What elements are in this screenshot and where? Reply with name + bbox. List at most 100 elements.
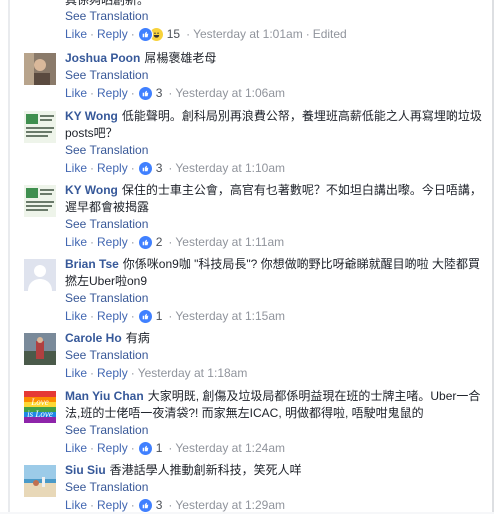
comment-text: 保住的士車主公會，高官有乜著數呢？不如坦白講出嚟。今日唔講，遲早都會被揭露 bbox=[65, 183, 482, 214]
comment-author[interactable]: Siu Siu bbox=[65, 463, 106, 477]
svg-text:is Love: is Love bbox=[27, 409, 53, 419]
comment-body: KY Wong 保住的士車主公會，高官有乜著數呢？不如坦白講出嚟。今日唔講，遲早都… bbox=[65, 182, 485, 251]
separator-dot: · bbox=[90, 85, 95, 100]
like-link[interactable]: Like bbox=[65, 26, 87, 42]
reactions-summary[interactable] bbox=[137, 160, 153, 176]
timestamp-link[interactable]: Yesterday at 1:01am bbox=[193, 26, 303, 42]
reactions-summary[interactable] bbox=[137, 85, 153, 101]
reaction-count[interactable]: 2 bbox=[156, 234, 163, 251]
see-translation-link[interactable]: See Translation bbox=[65, 142, 485, 159]
reply-link[interactable]: Reply bbox=[97, 160, 128, 177]
separator-dot: · bbox=[130, 85, 135, 100]
comment-author[interactable]: Carole Ho bbox=[65, 331, 122, 345]
separator-dot: · bbox=[168, 234, 173, 249]
comment-author[interactable]: Brian Tse bbox=[65, 257, 119, 271]
comment-body: Carole Ho 有病 See Translation Like · Reply… bbox=[65, 330, 485, 382]
comment-actions: Like · Reply · 3 · Yesterday at 1:10am bbox=[65, 159, 485, 177]
reply-link[interactable]: Reply bbox=[97, 497, 128, 514]
reply-link[interactable]: Reply bbox=[97, 234, 128, 251]
comment-actions: Like · Reply · 3 · Yesterday at 1:06am bbox=[65, 84, 485, 102]
separator-dot: · bbox=[130, 234, 135, 249]
comment-author[interactable]: Man Yiu Chan bbox=[65, 389, 144, 403]
separator-dot: · bbox=[90, 160, 95, 175]
reaction-count[interactable]: 1 bbox=[156, 440, 163, 457]
like-icon bbox=[137, 85, 153, 101]
see-translation-link[interactable]: See Translation bbox=[65, 216, 485, 233]
separator-dot: · bbox=[130, 440, 135, 455]
reply-link[interactable]: Reply bbox=[97, 26, 128, 42]
comment-actions: Like · Reply · 1 · Yesterday at 1:24am bbox=[65, 439, 485, 457]
comment-body: Joshua Poon 屌楊褒雄老母 See Translation Like ·… bbox=[65, 50, 485, 102]
like-icon bbox=[137, 160, 153, 176]
like-link[interactable]: Like bbox=[65, 160, 87, 177]
avatar[interactable] bbox=[24, 111, 56, 143]
avatar[interactable] bbox=[24, 185, 56, 217]
see-translation-link[interactable]: See Translation bbox=[65, 290, 485, 307]
comment-actions: Like · Reply · 15 · Yesterday at 1:01am … bbox=[65, 25, 485, 43]
edited-label: Edited bbox=[312, 27, 347, 41]
reply-link[interactable]: Reply bbox=[97, 85, 128, 102]
comment-text: 香港話學人推動創新科技，笑死人咩 bbox=[109, 463, 302, 477]
separator-dot: · bbox=[90, 440, 95, 455]
see-translation-link[interactable]: See Translation bbox=[65, 347, 485, 364]
separator-dot: · bbox=[305, 27, 310, 41]
comment-author[interactable]: KY Wong bbox=[65, 183, 118, 197]
reactions-summary[interactable] bbox=[137, 234, 153, 250]
like-link[interactable]: Like bbox=[65, 308, 87, 325]
separator-dot: · bbox=[130, 160, 135, 175]
avatar[interactable] bbox=[24, 259, 56, 291]
comment-text: 低能聲明。創科局別再浪費公帑，養埋班高薪低能之人再寫埋啲垃圾posts吧？ bbox=[65, 109, 482, 140]
reactions-summary[interactable] bbox=[137, 26, 164, 42]
comment-author[interactable]: KY Wong bbox=[65, 109, 118, 123]
like-link[interactable]: Like bbox=[65, 497, 87, 514]
separator-dot: · bbox=[168, 308, 173, 323]
comment-actions: Like · Reply · 2 · Yesterday at 1:11am bbox=[65, 233, 485, 251]
see-translation-link[interactable]: See Translation bbox=[65, 422, 485, 439]
comment-body: Man Yiu Chan 大家明既, 創傷及垃圾局都係明益現在班的士牌主啫。Ube… bbox=[65, 388, 485, 457]
like-icon bbox=[137, 440, 153, 456]
timestamp-link[interactable]: Yesterday at 1:29am bbox=[175, 497, 285, 514]
comment-body: KY Wong 低能聲明。創科局別再浪費公帑，養埋班高薪低能之人再寫埋啲垃圾pos… bbox=[65, 108, 485, 177]
timestamp-link[interactable]: Yesterday at 1:11am bbox=[175, 234, 284, 251]
separator-dot: · bbox=[90, 308, 95, 323]
reaction-count[interactable]: 3 bbox=[156, 160, 163, 177]
timestamp-link[interactable]: Yesterday at 1:18am bbox=[138, 365, 248, 382]
reactions-summary[interactable] bbox=[137, 308, 153, 324]
timestamp-link[interactable]: Yesterday at 1:06am bbox=[175, 85, 285, 102]
timestamp-link[interactable]: Yesterday at 1:24am bbox=[175, 440, 285, 457]
like-link[interactable]: Like bbox=[65, 234, 87, 251]
like-icon bbox=[137, 497, 153, 513]
reaction-count[interactable]: 3 bbox=[156, 497, 163, 514]
reply-link[interactable]: Reply bbox=[97, 365, 128, 382]
separator-dot: · bbox=[90, 365, 95, 380]
reaction-count[interactable]: 15 bbox=[167, 26, 180, 42]
see-translation-link[interactable]: See Translation bbox=[65, 67, 485, 84]
reactions-summary[interactable] bbox=[137, 440, 153, 456]
see-translation-link[interactable]: See Translation bbox=[65, 8, 485, 25]
reaction-count[interactable]: 3 bbox=[156, 85, 163, 102]
like-link[interactable]: Like bbox=[65, 440, 87, 457]
like-link[interactable]: Like bbox=[65, 85, 87, 102]
reactions-summary[interactable] bbox=[137, 497, 153, 513]
separator-dot: · bbox=[90, 497, 95, 512]
comment-body: Brian Tse 你係咪on9咖 "科技局長"? 你想做啲野比呀爺睇就醒目啲啦 … bbox=[65, 256, 485, 325]
partial-comment: 真係夠晒創新。 See Translation Like · Reply · 1… bbox=[65, 0, 485, 43]
reaction-count[interactable]: 1 bbox=[156, 308, 163, 325]
comments-panel: 真係夠晒創新。 See Translation Like · Reply · 1… bbox=[0, 0, 494, 514]
separator-dot: · bbox=[186, 27, 191, 41]
separator-dot: · bbox=[130, 365, 135, 380]
timestamp-link[interactable]: Yesterday at 1:15am bbox=[175, 308, 285, 325]
timestamp-link[interactable]: Yesterday at 1:10am bbox=[175, 160, 285, 177]
avatar[interactable]: Love is Love bbox=[24, 391, 56, 423]
comment-text: 你係咪on9咖 "科技局長"? 你想做啲野比呀爺睇就醒目啲啦 大陸都買撚左Ube… bbox=[65, 257, 481, 288]
avatar[interactable] bbox=[24, 465, 56, 497]
comment-author[interactable]: Joshua Poon bbox=[65, 51, 140, 65]
reply-link[interactable]: Reply bbox=[97, 308, 128, 325]
reply-link[interactable]: Reply bbox=[97, 440, 128, 457]
avatar[interactable] bbox=[24, 333, 56, 365]
like-link[interactable]: Like bbox=[65, 365, 87, 382]
comment-actions: Like · Reply · 1 · Yesterday at 1:15am bbox=[65, 307, 485, 325]
see-translation-link[interactable]: See Translation bbox=[65, 479, 485, 496]
avatar[interactable] bbox=[24, 53, 56, 85]
comment-actions: Like · Reply · Yesterday at 1:18am bbox=[65, 364, 485, 382]
